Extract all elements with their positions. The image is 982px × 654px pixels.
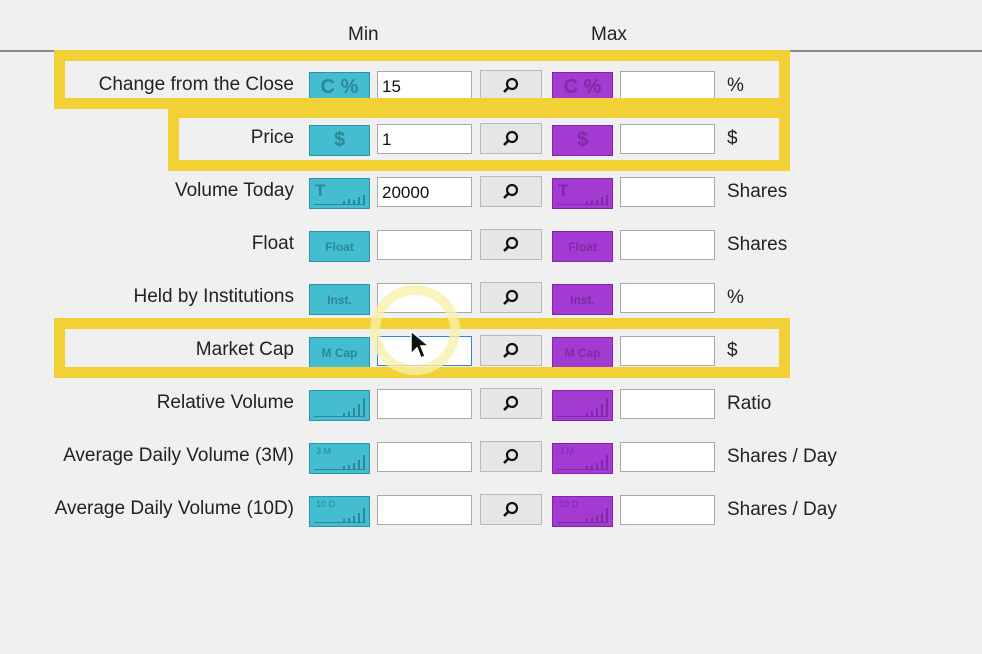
filter-label: Average Daily Volume (3M) bbox=[63, 445, 294, 466]
min-input-volume-today[interactable]: 20000 bbox=[377, 177, 472, 207]
min-relative-volume-icon[interactable] bbox=[309, 390, 370, 421]
search-icon[interactable] bbox=[480, 388, 542, 419]
unit-label: Shares bbox=[727, 234, 788, 255]
max-input-average-daily-volume-3m[interactable] bbox=[620, 442, 715, 472]
max-institutions-icon[interactable]: Inst. bbox=[552, 284, 613, 315]
filter-label: Float bbox=[251, 233, 294, 254]
filter-label: Relative Volume bbox=[156, 392, 294, 413]
filter-row-market-cap: Market Cap M Cap M Cap $ bbox=[0, 320, 982, 373]
min-input-average-daily-volume-10d[interactable] bbox=[377, 495, 472, 525]
search-icon[interactable] bbox=[480, 70, 542, 101]
filter-label: Change from the Close bbox=[98, 74, 294, 95]
max-relative-volume-icon[interactable] bbox=[552, 390, 613, 421]
max-volume-today-icon[interactable]: T bbox=[552, 178, 613, 209]
max-column-header: Max bbox=[591, 24, 627, 45]
max-input-change-from-the-close[interactable] bbox=[620, 71, 715, 101]
max-input-market-cap[interactable] bbox=[620, 336, 715, 366]
min-float-icon[interactable]: Float bbox=[309, 231, 370, 262]
max-avg-volume-3m-icon[interactable]: 3 M bbox=[552, 443, 613, 474]
unit-label: Shares / Day bbox=[727, 499, 837, 520]
filter-row-average-daily-volume-3m: Average Daily Volume (3M) 3 M 3 M Shares / … bbox=[0, 426, 982, 479]
unit-label: % bbox=[727, 287, 744, 308]
header-divider bbox=[0, 50, 982, 52]
filter-label: Market Cap bbox=[195, 339, 294, 360]
min-input-float[interactable] bbox=[377, 230, 472, 260]
filter-row-price: Price $1 $ $ bbox=[0, 108, 982, 161]
min-market-cap-icon[interactable]: M Cap bbox=[309, 337, 370, 368]
filter-row-volume-today: Volume Today T 20000 T Shares bbox=[0, 161, 982, 214]
max-input-held-by-institutions[interactable] bbox=[620, 283, 715, 313]
min-avg-volume-3m-icon[interactable]: 3 M bbox=[309, 443, 370, 474]
min-change-percent-icon[interactable]: C % bbox=[309, 72, 370, 103]
max-input-float[interactable] bbox=[620, 230, 715, 260]
unit-label: % bbox=[727, 75, 744, 96]
max-input-average-daily-volume-10d[interactable] bbox=[620, 495, 715, 525]
filter-row-average-daily-volume-10d: Average Daily Volume (10D) 10 D 10 D Shares… bbox=[0, 479, 982, 532]
max-market-cap-icon[interactable]: M Cap bbox=[552, 337, 613, 368]
min-dollar-icon[interactable]: $ bbox=[309, 125, 370, 156]
min-input-average-daily-volume-3m[interactable] bbox=[377, 442, 472, 472]
search-icon[interactable] bbox=[480, 335, 542, 366]
min-input-price[interactable]: 1 bbox=[377, 124, 472, 154]
unit-label: Shares / Day bbox=[727, 446, 837, 467]
unit-label: Ratio bbox=[727, 393, 772, 414]
min-institutions-icon[interactable]: Inst. bbox=[309, 284, 370, 315]
min-input-relative-volume[interactable] bbox=[377, 389, 472, 419]
search-icon[interactable] bbox=[480, 282, 542, 313]
max-dollar-icon[interactable]: $ bbox=[552, 125, 613, 156]
search-icon[interactable] bbox=[480, 176, 542, 207]
min-volume-today-icon[interactable]: T bbox=[309, 178, 370, 209]
filter-row-change-from-the-close: Change from the Close C % 15 C %% bbox=[0, 55, 982, 108]
max-float-icon[interactable]: Float bbox=[552, 231, 613, 262]
search-icon[interactable] bbox=[480, 494, 542, 525]
max-input-price[interactable] bbox=[620, 124, 715, 154]
filter-label: Volume Today bbox=[174, 180, 294, 201]
filter-row-float: Float Float Float Shares bbox=[0, 214, 982, 267]
min-input-change-from-the-close[interactable]: 15 bbox=[377, 71, 472, 101]
max-input-relative-volume[interactable] bbox=[620, 389, 715, 419]
mouse-cursor-icon bbox=[410, 329, 432, 365]
filter-row-held-by-institutions: Held by Institutions Inst. Inst.% bbox=[0, 267, 982, 320]
search-icon[interactable] bbox=[480, 229, 542, 260]
search-icon[interactable] bbox=[480, 123, 542, 154]
min-avg-volume-10d-icon[interactable]: 10 D bbox=[309, 496, 370, 527]
max-change-percent-icon[interactable]: C % bbox=[552, 72, 613, 103]
min-column-header: Min bbox=[348, 24, 379, 45]
unit-label: $ bbox=[727, 128, 738, 149]
filter-label: Price bbox=[250, 127, 294, 148]
unit-label: Shares bbox=[727, 181, 788, 202]
unit-label: $ bbox=[727, 340, 738, 361]
search-icon[interactable] bbox=[480, 441, 542, 472]
max-input-volume-today[interactable] bbox=[620, 177, 715, 207]
filter-row-relative-volume: Relative Volume Ratio bbox=[0, 373, 982, 426]
filter-label: Held by Institutions bbox=[133, 286, 294, 307]
filter-label: Average Daily Volume (10D) bbox=[54, 498, 294, 519]
max-avg-volume-10d-icon[interactable]: 10 D bbox=[552, 496, 613, 527]
